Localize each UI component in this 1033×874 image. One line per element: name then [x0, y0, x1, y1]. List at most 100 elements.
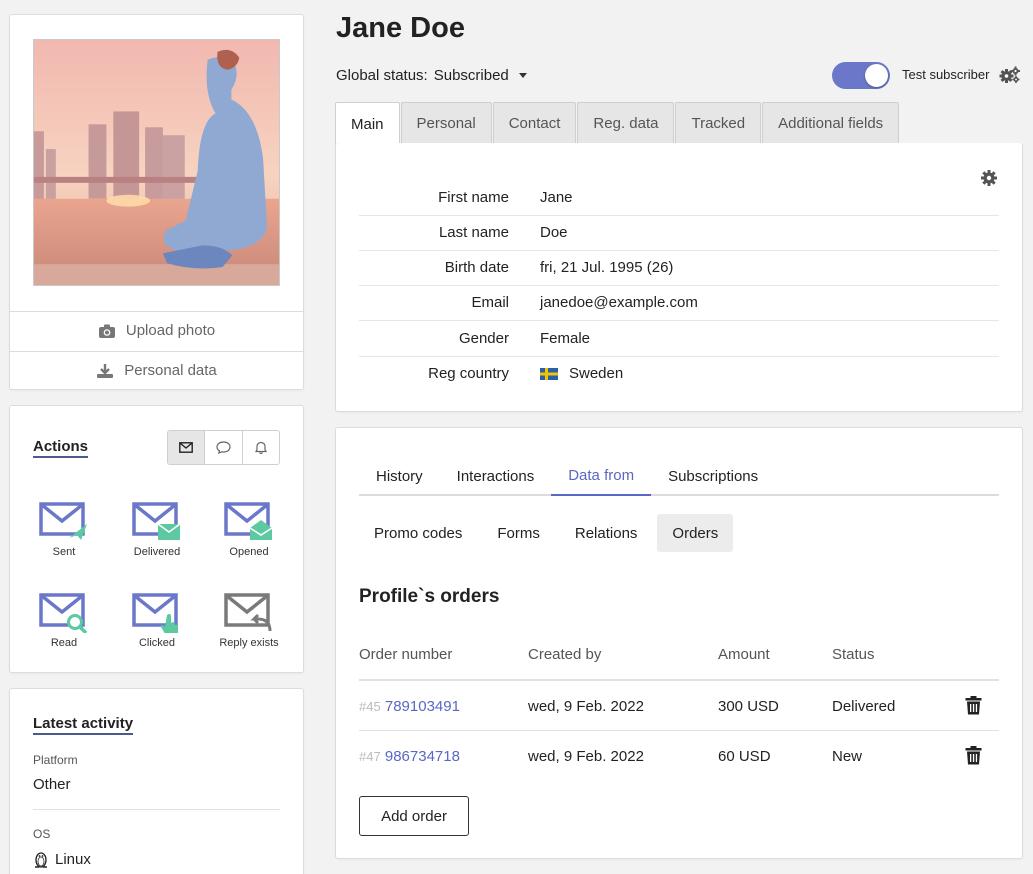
field-row-first-name: First name Jane: [359, 181, 999, 216]
add-order-button[interactable]: Add order: [359, 796, 469, 836]
personal-data-button[interactable]: Personal data: [10, 351, 303, 389]
envelope-clicked-icon: [132, 593, 178, 633]
field-row-birth-date: Birth date fri, 21 Jul. 1995 (26): [359, 251, 999, 286]
field-value[interactable]: fri, 21 Jul. 1995 (26): [540, 259, 673, 276]
subtab-history[interactable]: History: [359, 456, 440, 496]
table-header: Order number Created by Amount Status: [359, 633, 999, 681]
envelope-opened-icon: [224, 502, 273, 540]
actions-card: Actions Sent Delivered Opened Read Click…: [9, 405, 304, 673]
field-row-gender: Gender Female: [359, 322, 999, 357]
field-label: Last name: [438, 224, 509, 241]
os-value-label: Linux: [55, 851, 91, 868]
action-reply-exists[interactable]: Reply exists: [209, 593, 289, 649]
envelope-delivered-icon: [132, 502, 181, 540]
global-status: Global status: Subscribed: [336, 67, 527, 84]
action-label: Opened: [229, 546, 269, 558]
field-value[interactable]: Doe: [540, 224, 568, 241]
action-sent[interactable]: Sent: [24, 502, 104, 558]
order-number-cell: #47 986734718: [359, 748, 460, 765]
tab-tracked[interactable]: Tracked: [675, 102, 762, 144]
tab-contact[interactable]: Contact: [492, 102, 577, 144]
action-label: Read: [50, 637, 78, 649]
global-status-label: Global status:: [336, 67, 428, 84]
order-id: #47: [359, 749, 381, 764]
subtab-subscriptions[interactable]: Subscriptions: [651, 456, 775, 496]
pill-forms[interactable]: Forms: [482, 514, 555, 552]
global-status-dropdown[interactable]: Subscribed: [434, 67, 527, 84]
sweden-flag-icon: [540, 367, 558, 380]
field-value[interactable]: Female: [540, 330, 590, 347]
order-number-link[interactable]: 789103491: [385, 698, 460, 715]
subtab-interactions[interactable]: Interactions: [440, 456, 552, 496]
channel-sms-button[interactable]: [205, 431, 243, 464]
status-cell: Delivered: [832, 698, 896, 715]
pill-relations[interactable]: Relations: [560, 514, 653, 552]
column-header: Amount: [718, 646, 770, 663]
channel-email-button[interactable]: [168, 431, 206, 464]
status-cell: New: [832, 748, 863, 765]
order-number-link[interactable]: 986734718: [385, 748, 460, 765]
field-label: Email: [471, 294, 509, 311]
actions-title: Actions: [33, 438, 89, 458]
latest-activity-title: Latest activity: [33, 715, 134, 735]
profile-card: Upload photo Personal data: [9, 14, 304, 390]
upload-photo-button[interactable]: Upload photo: [10, 311, 303, 349]
amount-cell: 300 USD: [718, 698, 779, 715]
upload-photo-label: Upload photo: [125, 322, 216, 339]
action-delivered[interactable]: Delivered: [117, 502, 197, 558]
field-value[interactable]: Jane: [540, 189, 573, 206]
column-header: Created by: [528, 646, 602, 663]
tab-personal[interactable]: Personal: [400, 102, 492, 144]
personal-data-label: Personal data: [124, 362, 217, 379]
latest-activity-card: Latest activity Platform Other OS Linux: [9, 688, 304, 874]
camera-icon: [98, 324, 115, 338]
table-row: #45 789103491 wed, 9 Feb. 2022 300 USD D…: [359, 681, 999, 731]
global-status-value: Subscribed: [433, 67, 509, 84]
tab-main[interactable]: Main: [335, 102, 400, 145]
order-id: #45: [359, 699, 381, 714]
tab-additional-fields[interactable]: Additional fields: [762, 102, 900, 144]
pill-orders[interactable]: Orders: [657, 514, 734, 552]
test-subscriber-toggle[interactable]: [832, 62, 890, 89]
profile-photo: [33, 39, 280, 286]
toggle-knob: [865, 64, 888, 87]
gears-icon[interactable]: [999, 66, 1021, 84]
pill-promo-codes[interactable]: Promo codes: [359, 514, 477, 552]
profile-tabs: Main Personal Contact Reg. data Tracked …: [335, 102, 900, 145]
field-value[interactable]: janedoe@example.com: [540, 294, 698, 311]
os-label: OS: [33, 827, 51, 841]
action-label: Clicked: [138, 637, 176, 649]
subtab-data-from[interactable]: Data from: [551, 456, 652, 496]
data-subtabs: History Interactions Data from Subscript…: [359, 456, 999, 496]
test-subscriber-label: Test subscriber: [902, 67, 990, 82]
field-row-last-name: Last name Doe: [359, 216, 999, 251]
field-row-reg-country: Reg country Sweden: [359, 357, 999, 392]
action-read[interactable]: Read: [24, 593, 104, 649]
trash-icon[interactable]: [965, 696, 982, 715]
os-value: Linux: [33, 851, 91, 868]
envelope-read-icon: [39, 593, 88, 633]
chevron-down-icon: [518, 73, 527, 78]
envelope-reply-icon: [224, 593, 272, 632]
chat-bubble-icon: [216, 441, 231, 454]
trash-icon[interactable]: [965, 746, 982, 765]
orders-table: Order number Created by Amount Status #4…: [359, 633, 999, 781]
action-clicked[interactable]: Clicked: [117, 593, 197, 649]
channel-push-button[interactable]: [243, 431, 279, 464]
bell-icon: [254, 441, 267, 454]
field-label: First name: [438, 189, 509, 206]
order-number-cell: #45 789103491: [359, 698, 460, 715]
field-label: Reg country: [428, 365, 509, 382]
page-title: Jane Doe: [336, 12, 465, 44]
tab-reg-data[interactable]: Reg. data: [577, 102, 675, 144]
field-row-email: Email janedoe@example.com: [359, 286, 999, 321]
data-source-pills: Promo codes Forms Relations Orders: [359, 514, 734, 552]
download-icon: [97, 363, 114, 378]
channel-switch: [167, 430, 280, 465]
divider: [33, 809, 280, 810]
action-opened[interactable]: Opened: [209, 502, 289, 558]
table-row: #47 986734718 wed, 9 Feb. 2022 60 USD Ne…: [359, 731, 999, 781]
platform-value: Other: [33, 776, 71, 793]
envelope-icon: [179, 442, 194, 453]
field-value[interactable]: Sweden: [540, 365, 623, 382]
